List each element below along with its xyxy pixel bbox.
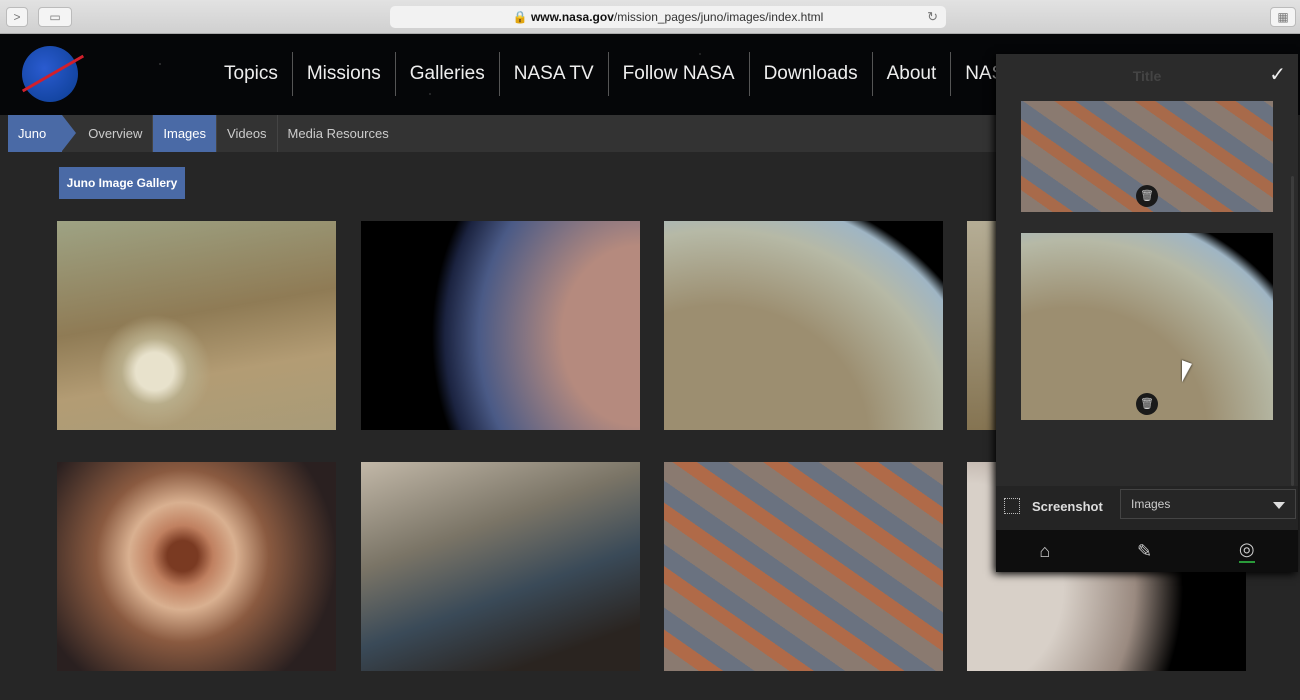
panel-scrollbar[interactable] bbox=[1291, 176, 1294, 486]
sub-nav: Juno Overview Images Videos Media Resour… bbox=[8, 115, 996, 152]
browser-toolbar: > ▭ 🔒 www.nasa.gov/mission_pages/juno/im… bbox=[0, 0, 1300, 34]
check-icon[interactable]: ✓ bbox=[1269, 62, 1286, 87]
chevron-down-icon bbox=[1273, 502, 1285, 509]
capture-panel: Title ✓ 🗑 🗑 Screenshot Images ⌂ ✎ ◎ bbox=[996, 54, 1298, 572]
juno-image-gallery-button[interactable]: Juno Image Gallery bbox=[59, 167, 185, 199]
url-domain: www.nasa.gov bbox=[530, 10, 614, 24]
nav-about[interactable]: About bbox=[873, 52, 952, 96]
nav-missions[interactable]: Missions bbox=[293, 52, 396, 96]
extension-button[interactable]: ▦ bbox=[1270, 7, 1296, 27]
nav-follow-nasa[interactable]: Follow NASA bbox=[609, 52, 750, 96]
panel-bottom-bar: ⌂ ✎ ◎ bbox=[996, 530, 1298, 572]
subnav-videos[interactable]: Videos bbox=[217, 115, 278, 152]
gallery-image[interactable] bbox=[57, 462, 336, 671]
select-value: Images bbox=[1131, 497, 1171, 511]
captured-thumbnail[interactable]: 🗑 bbox=[1021, 101, 1273, 212]
trash-icon[interactable]: 🗑 bbox=[1136, 393, 1158, 415]
mouse-cursor bbox=[1182, 360, 1192, 386]
nasa-logo[interactable] bbox=[22, 46, 78, 102]
gallery-image[interactable] bbox=[664, 462, 943, 671]
gallery-image[interactable] bbox=[664, 221, 943, 430]
trash-icon[interactable]: 🗑 bbox=[1136, 185, 1158, 207]
panel-title[interactable]: Title bbox=[996, 68, 1298, 84]
screenshot-label[interactable]: Screenshot bbox=[1032, 499, 1103, 514]
gallery-image[interactable] bbox=[361, 462, 640, 671]
screenshot-row: Screenshot Images bbox=[996, 486, 1298, 530]
subnav-juno[interactable]: Juno bbox=[8, 115, 77, 152]
nav-nasa-tv[interactable]: NASA TV bbox=[500, 52, 609, 96]
reload-icon[interactable]: ↻ bbox=[927, 6, 938, 28]
nav-downloads[interactable]: Downloads bbox=[750, 52, 873, 96]
sidebar-toggle-button[interactable]: ▭ bbox=[38, 7, 72, 27]
subnav-images[interactable]: Images bbox=[153, 115, 218, 152]
gallery-image[interactable] bbox=[361, 221, 640, 430]
nav-galleries[interactable]: Galleries bbox=[396, 52, 500, 96]
home-icon[interactable]: ⌂ bbox=[1039, 541, 1050, 562]
main-nav: Topics Missions Galleries NASA TV Follow… bbox=[210, 52, 1047, 96]
address-bar[interactable]: 🔒 www.nasa.gov/mission_pages/juno/images… bbox=[390, 6, 946, 28]
subnav-media-resources[interactable]: Media Resources bbox=[278, 115, 399, 152]
gallery-image[interactable] bbox=[57, 221, 336, 430]
camera-icon[interactable]: ◎ bbox=[1238, 539, 1255, 563]
category-select[interactable]: Images bbox=[1120, 489, 1296, 519]
crop-selection-icon[interactable] bbox=[1004, 498, 1020, 514]
edit-icon[interactable]: ✎ bbox=[1137, 541, 1152, 562]
forward-button[interactable]: > bbox=[6, 7, 28, 27]
url-path: /mission_pages/juno/images/index.html bbox=[613, 10, 824, 24]
nav-topics[interactable]: Topics bbox=[210, 52, 293, 96]
gallery-image[interactable] bbox=[967, 221, 996, 430]
captured-thumbnail[interactable]: 🗑 bbox=[1021, 233, 1273, 420]
